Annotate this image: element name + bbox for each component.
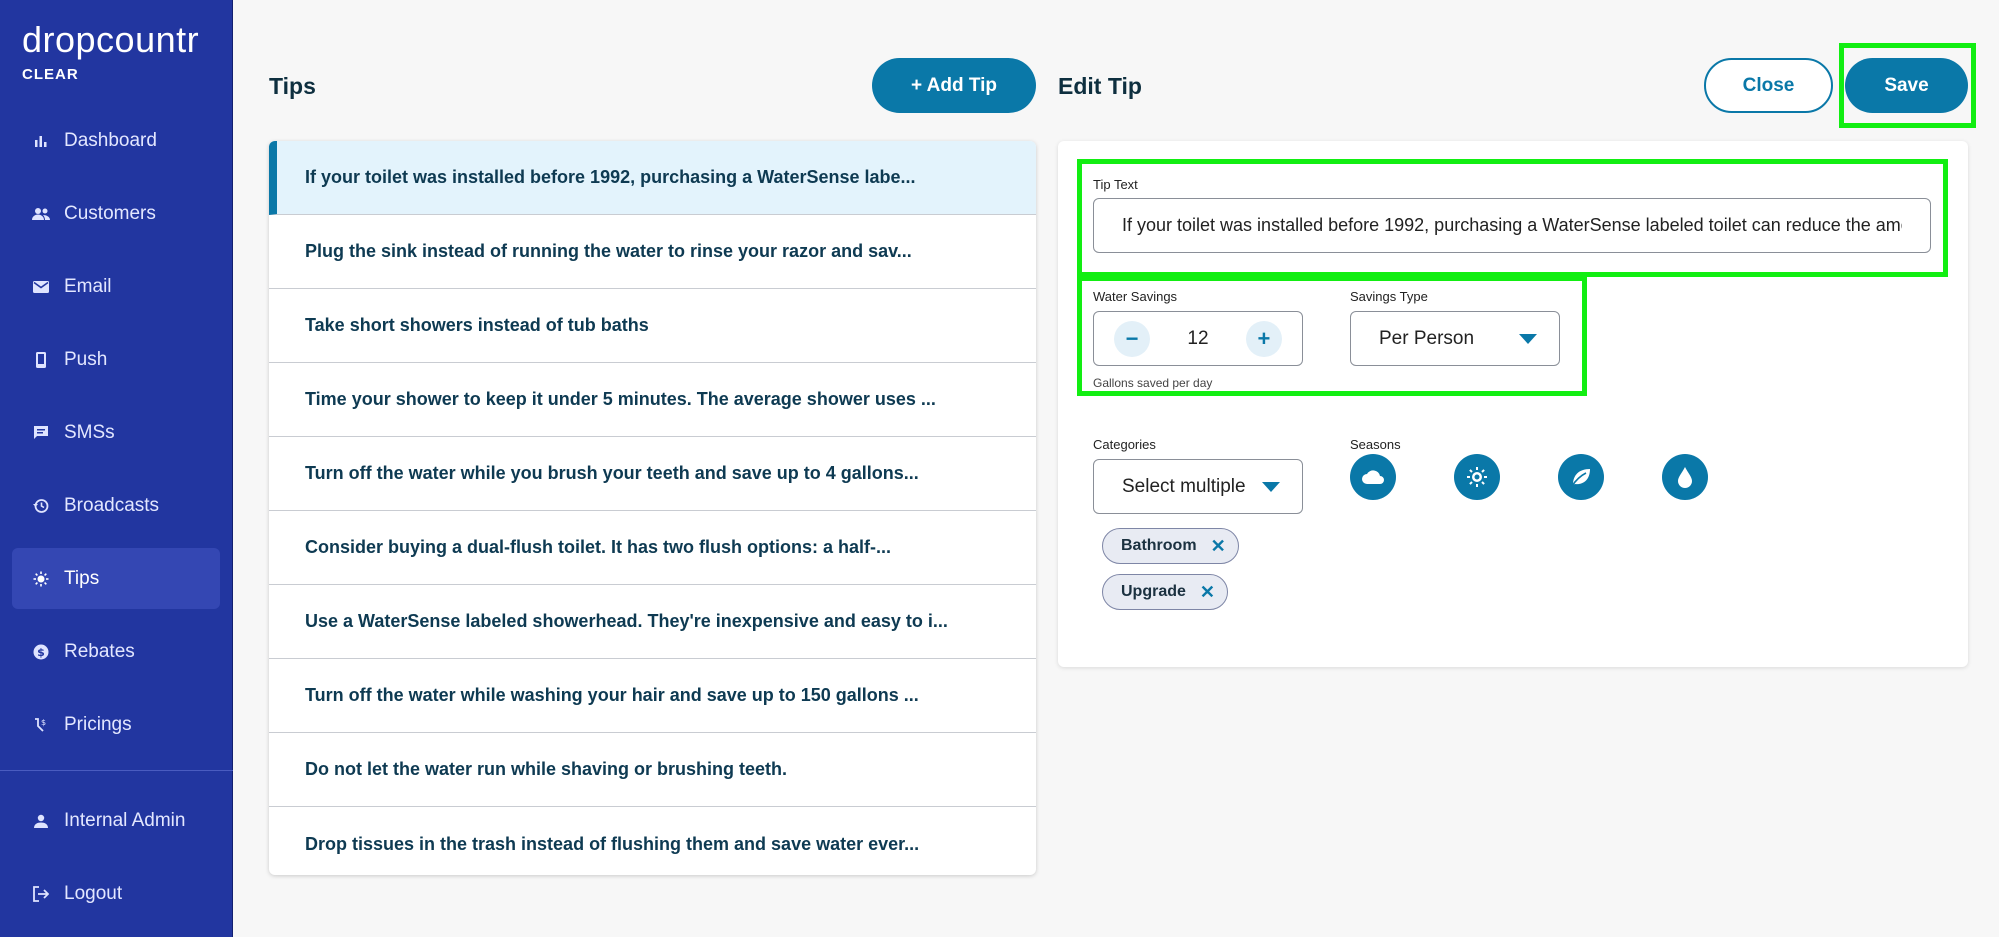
category-chip-bathroom: Bathroom ✕ xyxy=(1102,528,1239,564)
categories-select[interactable]: Select multiple xyxy=(1093,459,1303,514)
sidebar-item-label: Push xyxy=(64,348,108,370)
caret-down-icon xyxy=(1262,481,1280,492)
tips-title: Tips xyxy=(269,73,316,99)
sidebar-nav-bottom: Internal Admin Logout xyxy=(12,790,220,936)
remove-icon[interactable]: ✕ xyxy=(1200,582,1215,603)
list-item[interactable]: Turn off the water while you brush your … xyxy=(269,437,1036,511)
category-chip-upgrade: Upgrade ✕ xyxy=(1102,574,1228,610)
brand-name: dropcountr xyxy=(22,19,200,60)
sidebar-item-dashboard[interactable]: Dashboard xyxy=(12,110,220,171)
tip-text-label: Tip Text xyxy=(1093,177,1138,192)
remove-icon[interactable]: ✕ xyxy=(1211,536,1226,557)
save-button[interactable]: Save xyxy=(1845,58,1968,113)
savings-type-select[interactable]: Per Person xyxy=(1350,311,1560,366)
sidebar-item-logout[interactable]: Logout xyxy=(12,863,220,924)
water-savings-helper: Gallons saved per day xyxy=(1093,376,1213,390)
brand-subtitle: CLEAR xyxy=(22,66,79,83)
sidebar-item-rebates[interactable]: $ Rebates xyxy=(12,621,220,682)
tips-list: If your toilet was installed before 1992… xyxy=(269,141,1036,875)
mail-icon xyxy=(30,280,52,293)
sidebar-item-label: Internal Admin xyxy=(64,809,186,831)
sidebar: dropcountr CLEAR Dashboard Customers Ema… xyxy=(0,0,233,937)
message-icon xyxy=(30,425,52,441)
seasons-label: Seasons xyxy=(1350,437,1401,452)
plus-icon[interactable]: + xyxy=(1245,320,1282,357)
list-item[interactable]: Plug the sink instead of running the wat… xyxy=(269,215,1036,289)
sidebar-item-email[interactable]: Email xyxy=(12,256,220,317)
person-icon xyxy=(30,814,52,828)
sidebar-item-label: Broadcasts xyxy=(64,494,160,516)
caret-down-icon xyxy=(1519,333,1537,344)
add-tip-button[interactable]: + Add Tip xyxy=(872,58,1036,113)
list-item[interactable]: Turn off the water while washing your ha… xyxy=(269,659,1036,733)
list-item[interactable]: If your toilet was installed before 1992… xyxy=(269,141,1036,215)
cloud-icon[interactable] xyxy=(1350,454,1396,500)
sidebar-item-customers[interactable]: Customers xyxy=(12,183,220,244)
categories-value: Select multiple xyxy=(1122,475,1246,497)
phone-icon xyxy=(30,351,52,368)
list-item[interactable]: Time your shower to keep it under 5 minu… xyxy=(269,363,1036,437)
list-item[interactable]: Do not let the water run while shaving o… xyxy=(269,733,1036,807)
sidebar-item-label: SMSs xyxy=(64,421,115,443)
leaf-icon[interactable] xyxy=(1558,454,1604,500)
logout-icon xyxy=(30,885,52,902)
sidebar-item-label: Customers xyxy=(64,202,156,224)
people-icon xyxy=(30,207,52,221)
sidebar-item-internal-admin[interactable]: Internal Admin xyxy=(12,790,220,851)
sidebar-item-label: Pricings xyxy=(64,713,132,735)
sidebar-item-label: Tips xyxy=(64,567,100,589)
list-item[interactable]: Consider buying a dual-flush toilet. It … xyxy=(269,511,1036,585)
svg-text:$: $ xyxy=(41,718,46,727)
sidebar-nav: Dashboard Customers Email Push SMSs Broa… xyxy=(12,110,220,767)
sidebar-item-pricings[interactable]: $ Pricings xyxy=(12,694,220,755)
bar-chart-icon xyxy=(30,134,52,148)
sidebar-item-smss[interactable]: SMSs xyxy=(12,402,220,463)
sidebar-item-label: Rebates xyxy=(64,640,135,662)
tip-text-input[interactable] xyxy=(1093,198,1931,253)
dollar-icon: $ xyxy=(30,644,52,660)
sun-icon[interactable] xyxy=(1454,454,1500,500)
sidebar-item-label: Email xyxy=(64,275,112,297)
chip-label: Bathroom xyxy=(1121,537,1197,554)
savings-type-value: Per Person xyxy=(1379,327,1475,349)
sidebar-item-broadcasts[interactable]: Broadcasts xyxy=(12,475,220,536)
chip-label: Upgrade xyxy=(1121,583,1186,600)
water-drop-icon[interactable] xyxy=(1662,454,1708,500)
minus-icon[interactable]: − xyxy=(1114,320,1150,357)
edit-tip-title: Edit Tip xyxy=(1058,73,1142,99)
water-savings-label: Water Savings xyxy=(1093,289,1178,304)
list-item[interactable]: Drop tissues in the trash instead of flu… xyxy=(269,807,1036,875)
brand-logo: dropcountr CLEAR xyxy=(22,19,200,84)
water-savings-stepper: − 12 + xyxy=(1093,311,1303,366)
list-item[interactable]: Use a WaterSense labeled showerhead. The… xyxy=(269,585,1036,659)
categories-label: Categories xyxy=(1093,437,1156,452)
sidebar-divider xyxy=(0,770,233,771)
close-button[interactable]: Close xyxy=(1704,58,1833,113)
svg-text:$: $ xyxy=(37,646,45,659)
list-item[interactable]: Take short showers instead of tub baths xyxy=(269,289,1036,363)
pricing-icon: $ xyxy=(30,717,52,733)
savings-type-label: Savings Type xyxy=(1350,289,1428,304)
sidebar-item-tips[interactable]: Tips xyxy=(12,548,220,609)
water-savings-value[interactable]: 12 xyxy=(1187,328,1208,350)
sidebar-item-label: Logout xyxy=(64,882,123,904)
sun-icon xyxy=(30,571,52,587)
history-icon xyxy=(30,498,52,514)
sidebar-item-push[interactable]: Push xyxy=(12,329,220,390)
sidebar-item-label: Dashboard xyxy=(64,129,157,151)
edit-tip-panel: Tip Text Water Savings − 12 + Gallons sa… xyxy=(1058,141,1968,667)
